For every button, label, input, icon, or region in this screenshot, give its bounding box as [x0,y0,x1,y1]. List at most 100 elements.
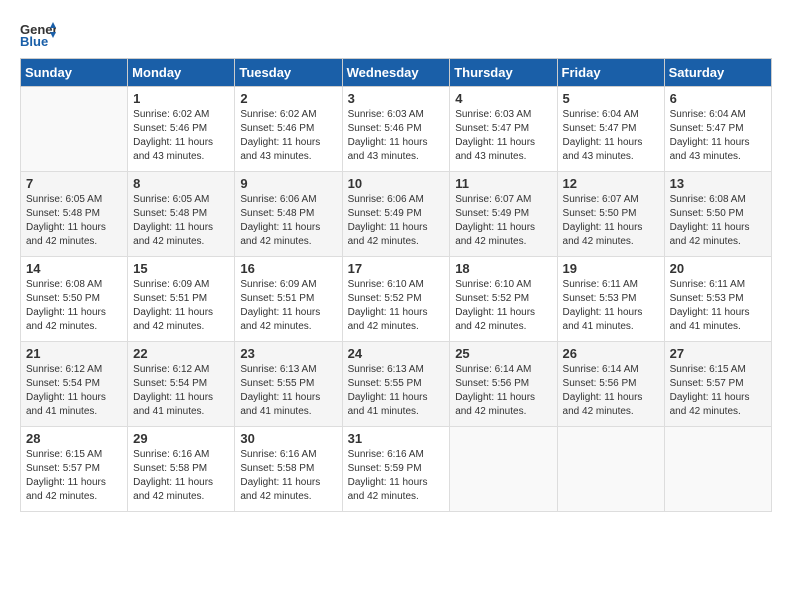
calendar-cell: 6 Sunrise: 6:04 AMSunset: 5:47 PMDaylight… [664,87,771,172]
day-number: 22 [133,346,229,361]
day-info: Sunrise: 6:05 AMSunset: 5:48 PMDaylight:… [133,193,229,249]
calendar-cell [664,427,771,512]
day-number: 6 [670,91,766,106]
day-number: 9 [240,176,336,191]
day-number: 21 [26,346,122,361]
calendar-cell [557,427,664,512]
day-info: Sunrise: 6:08 AMSunset: 5:50 PMDaylight:… [670,193,766,249]
svg-text:Blue: Blue [20,34,48,48]
calendar-cell: 31Sunrise: 6:16 AMSunset: 5:59 PMDayligh… [342,427,450,512]
calendar-cell: 27Sunrise: 6:15 AMSunset: 5:57 PMDayligh… [664,342,771,427]
day-number: 17 [348,261,445,276]
calendar-cell: 4 Sunrise: 6:03 AMSunset: 5:47 PMDaylight… [450,87,557,172]
logo: General Blue [20,20,56,48]
calendar-cell: 26 Sunrise: 6:14 AMSunset: 5:56 PMDayligh… [557,342,664,427]
calendar-cell: 16Sunrise: 6:09 AMSunset: 5:51 PMDayligh… [235,257,342,342]
day-number: 20 [670,261,766,276]
calendar-week-3: 14Sunrise: 6:08 AMSunset: 5:50 PMDayligh… [21,257,772,342]
day-info: Sunrise: 6:02 AMSunset: 5:46 PMDaylight:… [240,108,336,164]
calendar-cell: 18Sunrise: 6:10 AMSunset: 5:52 PMDayligh… [450,257,557,342]
calendar-week-5: 28Sunrise: 6:15 AMSunset: 5:57 PMDayligh… [21,427,772,512]
day-info: Sunrise: 6:05 AMSunset: 5:48 PMDaylight:… [26,193,122,249]
day-info: Sunrise: 6:09 AMSunset: 5:51 PMDaylight:… [240,278,336,334]
day-number: 8 [133,176,229,191]
day-info: Sunrise: 6:09 AMSunset: 5:51 PMDaylight:… [133,278,229,334]
day-number: 29 [133,431,229,446]
day-info: Sunrise: 6:15 AMSunset: 5:57 PMDaylight:… [670,363,766,419]
day-info: Sunrise: 6:08 AMSunset: 5:50 PMDaylight:… [26,278,122,334]
day-number: 12 [563,176,659,191]
day-info: Sunrise: 6:11 AMSunset: 5:53 PMDaylight:… [670,278,766,334]
day-info: Sunrise: 6:07 AMSunset: 5:49 PMDaylight:… [455,193,551,249]
calendar-cell: 8 Sunrise: 6:05 AMSunset: 5:48 PMDaylight… [128,172,235,257]
day-number: 5 [563,91,659,106]
calendar-cell: 1 Sunrise: 6:02 AMSunset: 5:46 PMDaylight… [128,87,235,172]
calendar-cell: 10 Sunrise: 6:06 AMSunset: 5:49 PMDayligh… [342,172,450,257]
calendar-week-4: 21 Sunrise: 6:12 AMSunset: 5:54 PMDayligh… [21,342,772,427]
day-info: Sunrise: 6:14 AMSunset: 5:56 PMDaylight:… [455,363,551,419]
day-number: 19 [563,261,659,276]
day-info: Sunrise: 6:10 AMSunset: 5:52 PMDaylight:… [455,278,551,334]
day-info: Sunrise: 6:06 AMSunset: 5:48 PMDaylight:… [240,193,336,249]
weekday-header-friday: Friday [557,59,664,87]
day-number: 23 [240,346,336,361]
weekday-header-wednesday: Wednesday [342,59,450,87]
weekday-header-sunday: Sunday [21,59,128,87]
day-number: 28 [26,431,122,446]
calendar-cell: 2 Sunrise: 6:02 AMSunset: 5:46 PMDaylight… [235,87,342,172]
calendar-cell: 9 Sunrise: 6:06 AMSunset: 5:48 PMDaylight… [235,172,342,257]
day-number: 15 [133,261,229,276]
day-number: 1 [133,91,229,106]
day-info: Sunrise: 6:04 AMSunset: 5:47 PMDaylight:… [670,108,766,164]
calendar-cell: 5 Sunrise: 6:04 AMSunset: 5:47 PMDaylight… [557,87,664,172]
calendar-cell: 19 Sunrise: 6:11 AMSunset: 5:53 PMDayligh… [557,257,664,342]
calendar-cell: 13Sunrise: 6:08 AMSunset: 5:50 PMDayligh… [664,172,771,257]
day-number: 31 [348,431,445,446]
day-info: Sunrise: 6:07 AMSunset: 5:50 PMDaylight:… [563,193,659,249]
day-info: Sunrise: 6:06 AMSunset: 5:49 PMDaylight:… [348,193,445,249]
calendar-cell [21,87,128,172]
calendar-cell: 24Sunrise: 6:13 AMSunset: 5:55 PMDayligh… [342,342,450,427]
day-info: Sunrise: 6:12 AMSunset: 5:54 PMDaylight:… [26,363,122,419]
day-info: Sunrise: 6:11 AMSunset: 5:53 PMDaylight:… [563,278,659,334]
calendar-cell: 21 Sunrise: 6:12 AMSunset: 5:54 PMDayligh… [21,342,128,427]
calendar-cell: 12 Sunrise: 6:07 AMSunset: 5:50 PMDayligh… [557,172,664,257]
weekday-header-tuesday: Tuesday [235,59,342,87]
calendar-cell: 30Sunrise: 6:16 AMSunset: 5:58 PMDayligh… [235,427,342,512]
day-number: 26 [563,346,659,361]
day-number: 11 [455,176,551,191]
calendar-cell: 23Sunrise: 6:13 AMSunset: 5:55 PMDayligh… [235,342,342,427]
day-number: 3 [348,91,445,106]
calendar-cell: 7 Sunrise: 6:05 AMSunset: 5:48 PMDaylight… [21,172,128,257]
day-info: Sunrise: 6:04 AMSunset: 5:47 PMDaylight:… [563,108,659,164]
calendar-cell: 11 Sunrise: 6:07 AMSunset: 5:49 PMDayligh… [450,172,557,257]
day-info: Sunrise: 6:02 AMSunset: 5:46 PMDaylight:… [133,108,229,164]
weekday-header-monday: Monday [128,59,235,87]
calendar-cell: 14Sunrise: 6:08 AMSunset: 5:50 PMDayligh… [21,257,128,342]
day-info: Sunrise: 6:16 AMSunset: 5:58 PMDaylight:… [240,448,336,504]
calendar-cell: 15 Sunrise: 6:09 AMSunset: 5:51 PMDayligh… [128,257,235,342]
day-info: Sunrise: 6:10 AMSunset: 5:52 PMDaylight:… [348,278,445,334]
day-info: Sunrise: 6:03 AMSunset: 5:47 PMDaylight:… [455,108,551,164]
weekday-header-row: SundayMondayTuesdayWednesdayThursdayFrid… [21,59,772,87]
day-info: Sunrise: 6:03 AMSunset: 5:46 PMDaylight:… [348,108,445,164]
logo-icon: General Blue [20,20,56,48]
calendar-cell: 28Sunrise: 6:15 AMSunset: 5:57 PMDayligh… [21,427,128,512]
day-number: 7 [26,176,122,191]
day-number: 4 [455,91,551,106]
calendar-cell: 3 Sunrise: 6:03 AMSunset: 5:46 PMDaylight… [342,87,450,172]
calendar-cell: 29Sunrise: 6:16 AMSunset: 5:58 PMDayligh… [128,427,235,512]
day-number: 10 [348,176,445,191]
calendar-cell: 17 Sunrise: 6:10 AMSunset: 5:52 PMDayligh… [342,257,450,342]
calendar-cell [450,427,557,512]
calendar-table: SundayMondayTuesdayWednesdayThursdayFrid… [20,58,772,512]
day-info: Sunrise: 6:13 AMSunset: 5:55 PMDaylight:… [348,363,445,419]
weekday-header-saturday: Saturday [664,59,771,87]
weekday-header-thursday: Thursday [450,59,557,87]
day-info: Sunrise: 6:12 AMSunset: 5:54 PMDaylight:… [133,363,229,419]
day-info: Sunrise: 6:14 AMSunset: 5:56 PMDaylight:… [563,363,659,419]
calendar-week-1: 1 Sunrise: 6:02 AMSunset: 5:46 PMDaylight… [21,87,772,172]
day-number: 2 [240,91,336,106]
calendar-week-2: 7 Sunrise: 6:05 AMSunset: 5:48 PMDaylight… [21,172,772,257]
calendar-cell: 25Sunrise: 6:14 AMSunset: 5:56 PMDayligh… [450,342,557,427]
